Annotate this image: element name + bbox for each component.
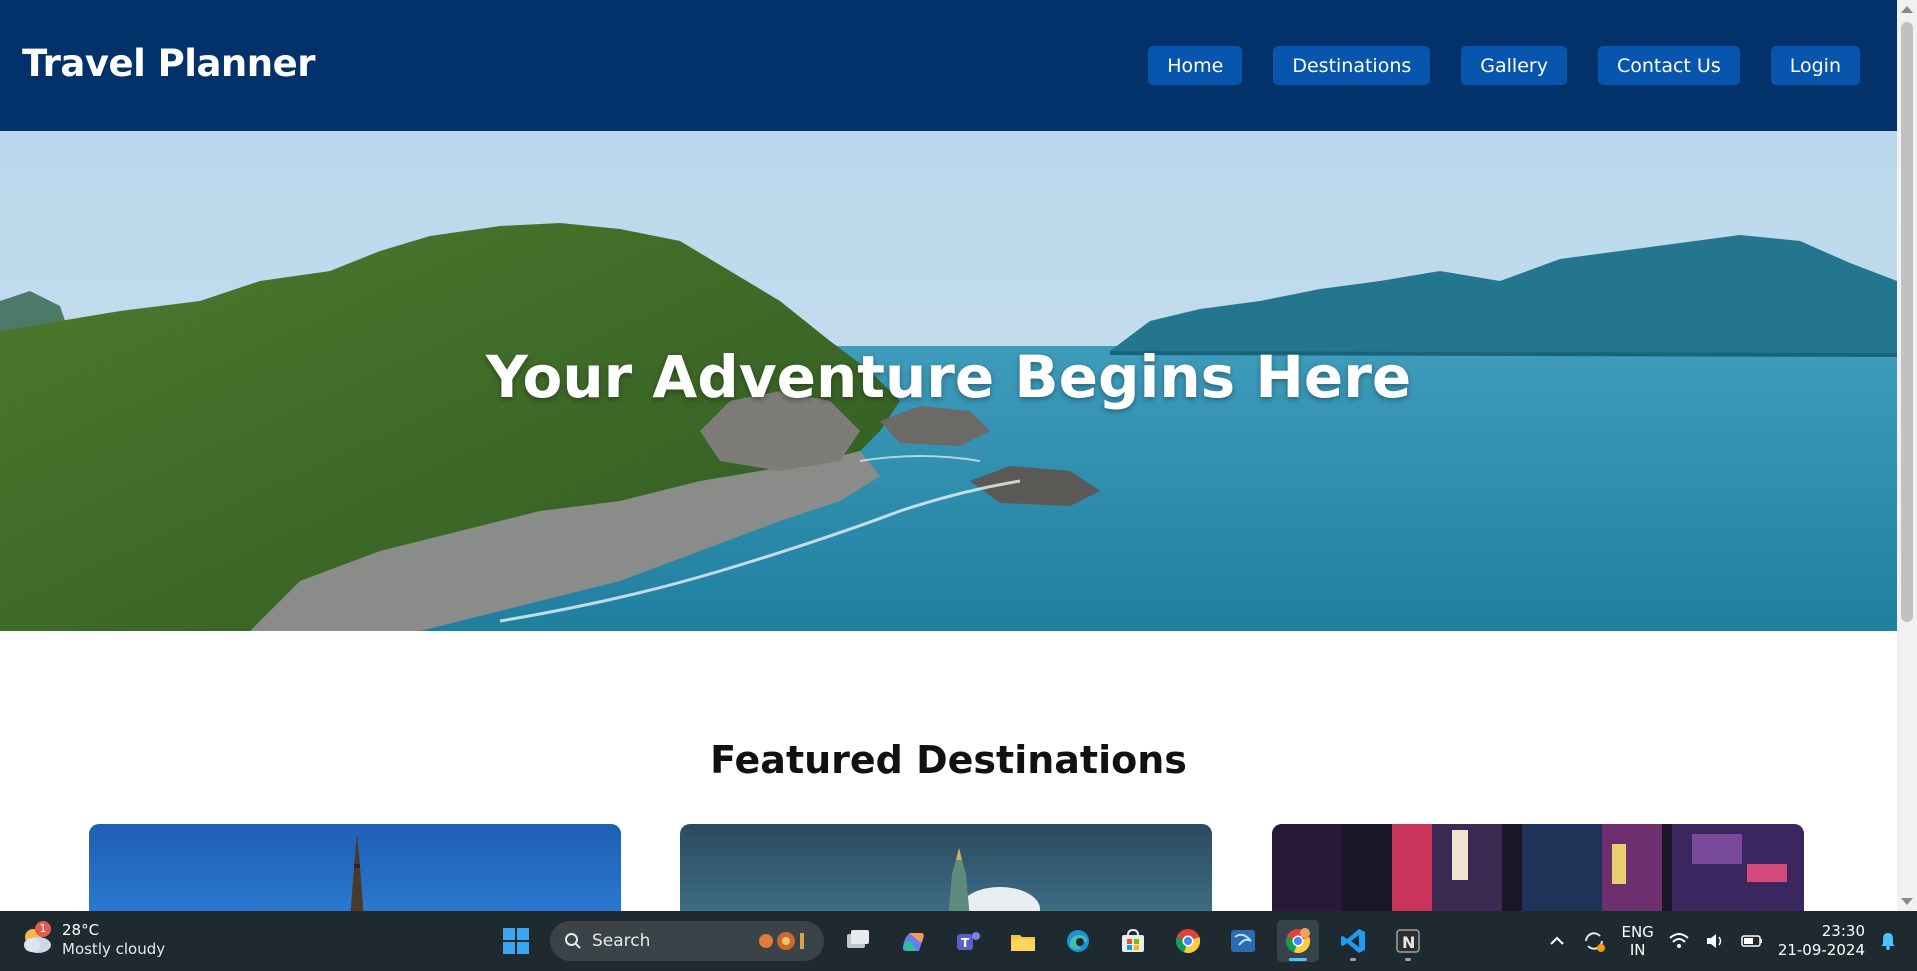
chrome-icon[interactable] [1167, 920, 1209, 962]
hero-banner: Your Adventure Begins Here [0, 131, 1897, 631]
running-app-indicator [1405, 958, 1411, 961]
scroll-down-arrow-icon[interactable] [1901, 898, 1913, 905]
clock-time: 23:30 [1821, 922, 1865, 940]
browser-viewport: Travel Planner Home Destinations Gallery… [0, 0, 1897, 911]
eiffel-tower-image [89, 824, 621, 911]
scroll-up-arrow-icon[interactable] [1901, 6, 1913, 13]
page-scrollbar[interactable] [1897, 0, 1917, 911]
clock-date: 21-09-2024 [1777, 941, 1865, 959]
system-tray: ENG IN 23:30 21-09-2024 [1547, 919, 1897, 963]
chevron-up-icon[interactable] [1547, 931, 1567, 951]
brand-logo[interactable]: Travel Planner [22, 42, 315, 85]
featured-destinations-title: Featured Destinations [710, 738, 1187, 782]
start-icon[interactable] [495, 920, 537, 962]
store-icon[interactable] [1112, 920, 1154, 962]
search-label: Search [592, 931, 651, 951]
hero-title: Your Adventure Begins Here [485, 343, 1412, 411]
taskbar-apps: Search T N [495, 919, 1429, 963]
nav-contact-button[interactable]: Contact Us [1597, 46, 1740, 85]
language-code: ENG [1621, 923, 1654, 941]
statue-of-liberty-image [680, 824, 1212, 911]
language-indicator[interactable]: ENG IN [1621, 923, 1653, 959]
svg-text:N: N [1402, 933, 1415, 952]
chrome-active-icon[interactable] [1277, 920, 1319, 962]
task-view-icon[interactable] [837, 920, 879, 962]
vscode-icon[interactable] [1332, 920, 1374, 962]
nav-destinations-button[interactable]: Destinations [1273, 46, 1431, 85]
weather-description: Mostly cloudy [62, 940, 166, 958]
teams-icon[interactable]: T [947, 920, 989, 962]
tokyo-street-image [1272, 824, 1804, 911]
scrollbar-thumb[interactable] [1901, 22, 1913, 622]
notion-icon[interactable]: N [1387, 920, 1429, 962]
destination-card-tokyo[interactable] [1272, 824, 1804, 911]
site-header: Travel Planner Home Destinations Gallery… [0, 0, 1897, 131]
nav-gallery-button[interactable]: Gallery [1461, 46, 1567, 85]
copilot-icon[interactable] [892, 920, 934, 962]
nav-login-button[interactable]: Login [1770, 46, 1860, 85]
weather-temperature: 28°C [62, 921, 100, 939]
destination-card-new-york[interactable] [680, 824, 1212, 911]
main-nav: Home Destinations Gallery Contact Us Log… [1148, 46, 1860, 85]
sync-icon[interactable] [1581, 928, 1607, 954]
windows-taskbar: 1 28°C Mostly cloudy Search T N ENG IN 2… [0, 911, 1917, 971]
weather-badge: 1 [35, 921, 51, 937]
running-app-indicator [1350, 958, 1356, 961]
destination-card-paris[interactable] [89, 824, 621, 911]
file-explorer-icon[interactable] [1002, 920, 1044, 962]
volume-icon[interactable] [1704, 931, 1726, 951]
notification-bell-icon[interactable] [1879, 931, 1897, 951]
clock[interactable]: 23:30 21-09-2024 [1778, 922, 1865, 960]
active-app-indicator [1289, 958, 1307, 961]
wifi-icon[interactable] [1668, 931, 1690, 951]
remote-desktop-icon[interactable] [1222, 920, 1264, 962]
svg-text:T: T [961, 936, 970, 950]
taskbar-search-box[interactable]: Search [550, 921, 824, 961]
cloudy-weather-icon: 1 [20, 921, 54, 957]
search-highlight-icon [759, 932, 804, 950]
language-region: IN [1629, 941, 1646, 959]
search-icon [565, 933, 581, 949]
nav-home-button[interactable]: Home [1148, 46, 1243, 85]
battery-icon[interactable] [1740, 931, 1764, 951]
edge-icon[interactable] [1057, 920, 1099, 962]
weather-widget[interactable]: 1 28°C Mostly cloudy [20, 921, 165, 959]
